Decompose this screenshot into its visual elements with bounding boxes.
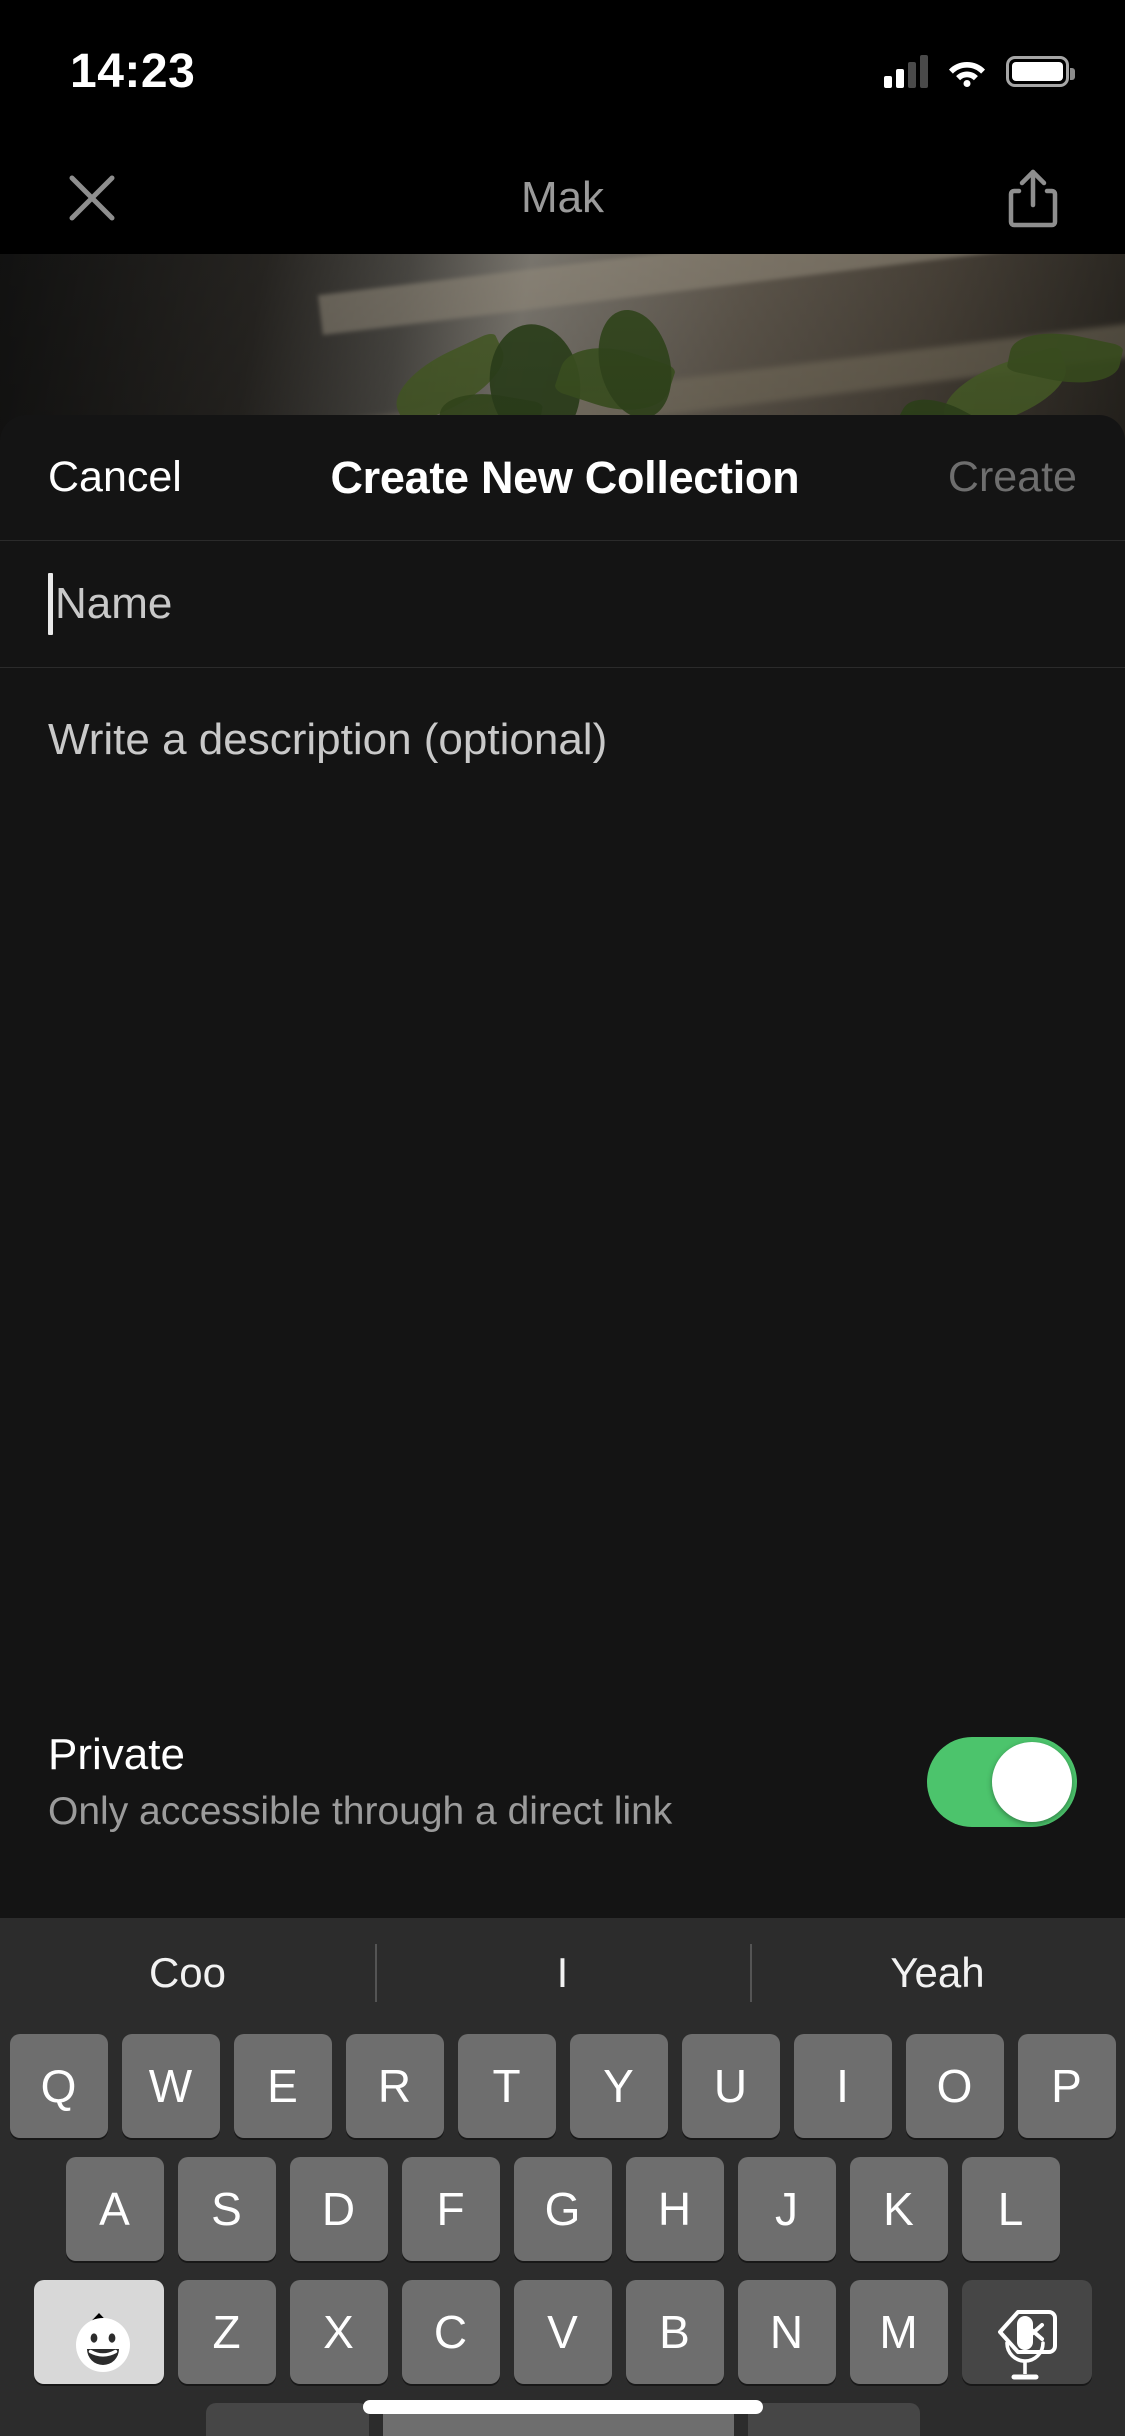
key-g[interactable]: G	[513, 2157, 612, 2261]
key-o[interactable]: O	[905, 2034, 1004, 2138]
suggestion-divider	[750, 1944, 752, 2002]
status-bar: 14:23	[0, 0, 1125, 142]
key-t[interactable]: T	[457, 2034, 556, 2138]
suggestion-item[interactable]: I	[375, 1949, 750, 1997]
key-j[interactable]: J	[737, 2157, 836, 2261]
create-button[interactable]: Create	[948, 453, 1077, 502]
key-k[interactable]: K	[849, 2157, 948, 2261]
key-p[interactable]: P	[1017, 2034, 1116, 2138]
battery-icon	[1006, 55, 1075, 87]
suggestion-item[interactable]: Yeah	[750, 1949, 1125, 1997]
phone-screen: 14:23 Mak Cancel Create New Collection C…	[0, 0, 1125, 2436]
share-icon[interactable]	[993, 158, 1073, 238]
wifi-icon	[946, 55, 988, 87]
key-w[interactable]: W	[121, 2034, 220, 2138]
cancel-button[interactable]: Cancel	[48, 453, 182, 502]
private-toggle[interactable]	[927, 1737, 1077, 1827]
cellular-signal-icon	[884, 54, 928, 88]
private-title: Private	[48, 1730, 185, 1779]
key-i[interactable]: I	[793, 2034, 892, 2138]
key-a[interactable]: A	[65, 2157, 164, 2261]
toggle-knob	[992, 1742, 1072, 1822]
keyboard-row-2: A S D F G H J K L	[0, 2157, 1125, 2261]
close-icon[interactable]	[52, 158, 132, 238]
key-d[interactable]: D	[289, 2157, 388, 2261]
description-input-placeholder: Write a description (optional)	[48, 715, 608, 764]
key-y[interactable]: Y	[569, 2034, 668, 2138]
suggestion-item[interactable]: Coo	[0, 1949, 375, 1997]
key-e[interactable]: E	[233, 2034, 332, 2138]
status-time: 14:23	[70, 44, 196, 98]
key-f[interactable]: F	[401, 2157, 500, 2261]
status-indicators	[884, 54, 1075, 88]
private-labels: Private Only accessible through a direct…	[48, 1730, 672, 1834]
microphone-icon[interactable]	[997, 2314, 1053, 2389]
key-q[interactable]: Q	[9, 2034, 108, 2138]
emoji-smiley-icon[interactable]	[72, 2314, 134, 2381]
nav-bar: Mak	[0, 142, 1125, 254]
name-input-placeholder: Name	[55, 579, 173, 628]
key-s[interactable]: S	[177, 2157, 276, 2261]
text-caret	[48, 573, 53, 635]
private-subtitle: Only accessible through a direct link	[48, 1790, 673, 1833]
create-collection-sheet: Cancel Create New Collection Create Name…	[0, 415, 1125, 1918]
key-l[interactable]: L	[961, 2157, 1060, 2261]
sheet-title: Create New Collection	[330, 451, 800, 503]
sheet-header: Cancel Create New Collection Create	[0, 415, 1125, 541]
page-title: Mak	[520, 173, 605, 222]
private-setting-row[interactable]: Private Only accessible through a direct…	[0, 1688, 1125, 1918]
suggestion-bar: Coo I Yeah	[0, 1918, 1125, 2028]
software-keyboard: Coo I Yeah Q W E R T Y U I O P A S D F G…	[0, 1918, 1125, 2436]
home-indicator[interactable]	[362, 2400, 763, 2414]
name-input[interactable]: Name	[0, 541, 1125, 668]
key-r[interactable]: R	[345, 2034, 444, 2138]
keyboard-row-1: Q W E R T Y U I O P	[0, 2034, 1125, 2138]
key-u[interactable]: U	[681, 2034, 780, 2138]
suggestion-divider	[375, 1944, 377, 2002]
key-h[interactable]: H	[625, 2157, 724, 2261]
description-input[interactable]: Write a description (optional)	[0, 668, 1125, 1188]
